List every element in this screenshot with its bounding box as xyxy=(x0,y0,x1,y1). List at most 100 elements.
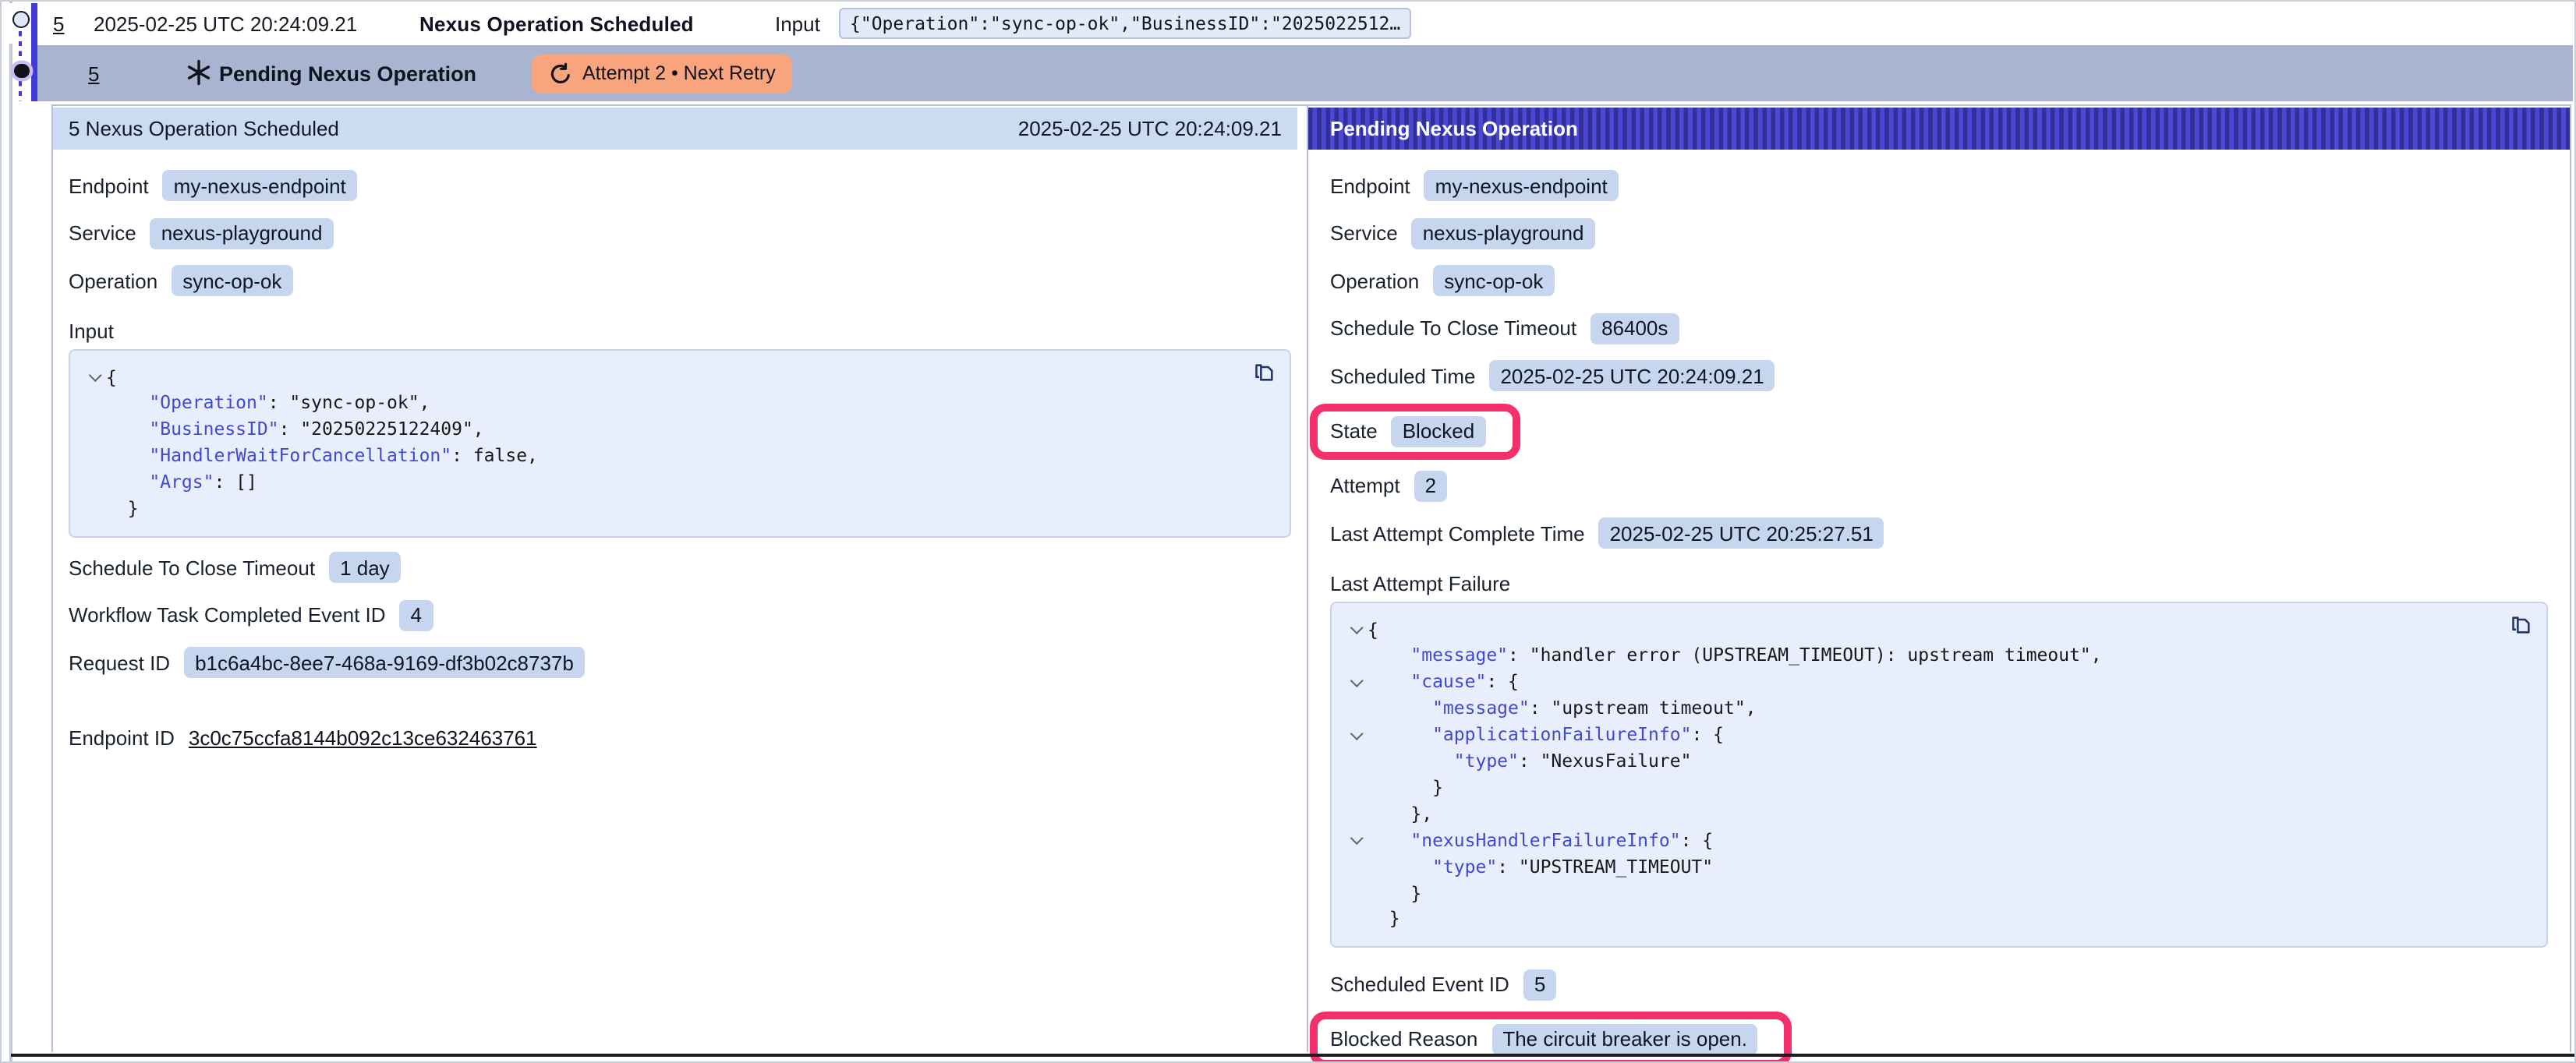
field-row-scheduled-event-id: Scheduled Event ID 5 xyxy=(1330,961,2548,1008)
field-value-chip: 2025-02-25 UTC 20:25:27.51 xyxy=(1599,518,1884,549)
collapse-chevron-icon[interactable] xyxy=(1350,727,1362,740)
field-label: Last Attempt Complete Time xyxy=(1330,522,1585,546)
retry-badge-label: Attempt 2 • Next Retry xyxy=(582,62,776,84)
pending-operation-row[interactable]: 5 Pending Nexus Operation Attempt 2 • Ne… xyxy=(37,45,2573,101)
field-value-chip: sync-op-ok xyxy=(172,266,292,297)
code-line: "type": "UPSTREAM_TIMEOUT" xyxy=(1344,853,2500,880)
annotation-highlight-state: State Blocked xyxy=(1310,403,1520,459)
field-label: State xyxy=(1330,419,1378,443)
field-label: Scheduled Event ID xyxy=(1330,973,1509,996)
field-label: Blocked Reason xyxy=(1330,1028,1477,1051)
field-value-chip: 2 xyxy=(1414,471,1447,502)
field-row-endpoint: Endpoint my-nexus-endpoint xyxy=(1330,162,2548,210)
field-row-operation: Operation sync-op-ok xyxy=(1330,257,2548,305)
code-line: "message": "upstream timeout", xyxy=(1344,695,2500,722)
field-label: Endpoint ID xyxy=(69,726,175,750)
field-label: Endpoint xyxy=(1330,175,1410,198)
field-label: Operation xyxy=(69,270,157,293)
field-value-chip: 2025-02-25 UTC 20:24:09.21 xyxy=(1489,361,1775,392)
field-label: Attempt xyxy=(1330,475,1400,498)
field-value-chip: my-nexus-endpoint xyxy=(1424,171,1619,202)
blocked-reason-chip: The circuit breaker is open. xyxy=(1491,1024,1758,1055)
code-line: "cause": { xyxy=(1344,669,2500,696)
field-row-service: Service nexus-playground xyxy=(1330,210,2548,257)
scheduled-event-panel-header[interactable]: 5 Nexus Operation Scheduled 2025-02-25 U… xyxy=(53,108,1297,150)
timeline-node-current-icon xyxy=(14,63,29,78)
pending-event-id-link[interactable]: 5 xyxy=(88,62,99,85)
code-line: "message": "handler error (UPSTREAM_TIME… xyxy=(1344,643,2500,669)
code-line: { xyxy=(83,364,1243,390)
code-line: { xyxy=(1344,616,2500,643)
field-label: Operation xyxy=(1330,270,1419,293)
event-timestamp: 2025-02-25 UTC 20:24:09.21 xyxy=(94,12,357,35)
field-label: Schedule To Close Timeout xyxy=(1330,317,1576,341)
field-row-last-attempt-complete: Last Attempt Complete Time 2025-02-25 UT… xyxy=(1330,510,2548,557)
temporal-event-history-screen: 5 2025-02-25 UTC 20:24:09.21 Nexus Opera… xyxy=(0,0,2576,1063)
event-input-preview-chip[interactable]: {"Operation":"sync-op-ok","BusinessID":"… xyxy=(839,8,1411,39)
left-rail-line xyxy=(9,2,12,1061)
collapse-chevron-icon[interactable] xyxy=(1350,622,1362,634)
field-label: Schedule To Close Timeout xyxy=(69,556,315,579)
event-detail-panel: 5 Nexus Operation Scheduled 2025-02-25 U… xyxy=(51,104,2571,1052)
field-row-attempt: Attempt 2 xyxy=(1330,462,2548,510)
event-input-label: Input xyxy=(775,12,820,35)
state-value-chip: Blocked xyxy=(1392,415,1486,447)
code-line: } xyxy=(1344,880,2500,906)
field-row-schedule-to-close: Schedule To Close Timeout 86400s xyxy=(1330,305,2548,352)
timeline-node-open-icon xyxy=(12,11,30,28)
selected-event-indicator-bar xyxy=(30,3,37,101)
field-value-chip: 1 day xyxy=(329,552,401,583)
copy-icon[interactable] xyxy=(1252,361,1277,386)
field-value-chip: 4 xyxy=(400,599,433,630)
field-value-chip: sync-op-ok xyxy=(1433,266,1554,297)
scheduled-event-panel: 5 Nexus Operation Scheduled 2025-02-25 U… xyxy=(53,106,1307,1052)
field-label: Request ID xyxy=(69,651,170,674)
pending-operation-panel: Pending Nexus Operation Endpoint my-nexu… xyxy=(1307,106,2570,1052)
event-id-link[interactable]: 5 xyxy=(53,12,64,35)
scheduled-event-panel-body: Endpoint my-nexus-endpoint Service nexus… xyxy=(53,150,1307,762)
pending-operation-panel-header: Pending Nexus Operation xyxy=(1308,108,2570,150)
right-panel-title: Pending Nexus Operation xyxy=(1330,117,1578,140)
retry-badge: Attempt 2 • Next Retry xyxy=(531,54,793,93)
collapse-chevron-icon[interactable] xyxy=(1350,833,1362,846)
event-history-row[interactable]: 5 2025-02-25 UTC 20:24:09.21 Nexus Opera… xyxy=(2,3,2573,44)
field-row-operation: Operation sync-op-ok xyxy=(69,257,1291,305)
field-value-chip: 86400s xyxy=(1591,313,1679,344)
code-line: } xyxy=(1344,906,2500,933)
failure-section-label: Last Attempt Failure xyxy=(1330,567,2548,601)
input-section-label: Input xyxy=(69,314,1291,348)
pending-operation-panel-body: Endpoint my-nexus-endpoint Service nexus… xyxy=(1308,150,2570,1063)
code-line: }, xyxy=(1344,801,2500,828)
code-line: "HandlerWaitForCancellation": false, xyxy=(83,443,1243,469)
code-line: "BusinessID": "20250225122409", xyxy=(83,417,1243,443)
field-row-request-id: Request ID b1c6a4bc-8ee7-468a-9169-df3b0… xyxy=(69,639,1291,687)
code-line: "nexusHandlerFailureInfo": { xyxy=(1344,828,2500,854)
left-panel-title: 5 Nexus Operation Scheduled xyxy=(69,117,339,140)
field-row-service: Service nexus-playground xyxy=(69,210,1291,257)
code-line: } xyxy=(1344,775,2500,801)
field-value-chip: 5 xyxy=(1523,969,1556,1000)
field-value-chip: nexus-playground xyxy=(1412,218,1595,249)
copy-icon[interactable] xyxy=(2509,613,2534,638)
endpoint-id-link[interactable]: 3c0c75ccfa8144b092c13ce632463761 xyxy=(189,726,537,750)
field-label: Endpoint xyxy=(69,175,149,198)
field-row-scheduled-time: Scheduled Time 2025-02-25 UTC 20:24:09.2… xyxy=(1330,352,2548,400)
input-json-viewer: { "Operation": "sync-op-ok", "BusinessID… xyxy=(69,348,1291,538)
left-panel-timestamp: 2025-02-25 UTC 20:24:09.21 xyxy=(1018,117,1282,140)
pending-operation-title: Pending Nexus Operation xyxy=(219,62,476,85)
code-line: "Args": [] xyxy=(83,469,1243,496)
field-row-schedule-to-close: Schedule To Close Timeout 1 day xyxy=(69,544,1291,592)
event-name: Nexus Operation Scheduled xyxy=(419,12,694,35)
pending-asterisk-icon xyxy=(185,59,211,86)
collapse-chevron-icon[interactable] xyxy=(88,369,101,382)
retry-icon xyxy=(548,62,571,85)
code-line: "Operation": "sync-op-ok", xyxy=(83,390,1243,417)
field-value-chip: nexus-playground xyxy=(150,218,334,249)
field-label: Service xyxy=(69,222,136,245)
collapse-chevron-icon[interactable] xyxy=(1350,675,1362,687)
code-line: } xyxy=(83,496,1243,522)
field-value-chip: my-nexus-endpoint xyxy=(163,171,357,202)
failure-json-viewer: { "message": "handler error (UPSTREAM_TI… xyxy=(1330,601,2548,948)
code-line: "applicationFailureInfo": { xyxy=(1344,722,2500,748)
field-row-endpoint-id: Endpoint ID 3c0c75ccfa8144b092c13ce63246… xyxy=(69,715,1291,762)
